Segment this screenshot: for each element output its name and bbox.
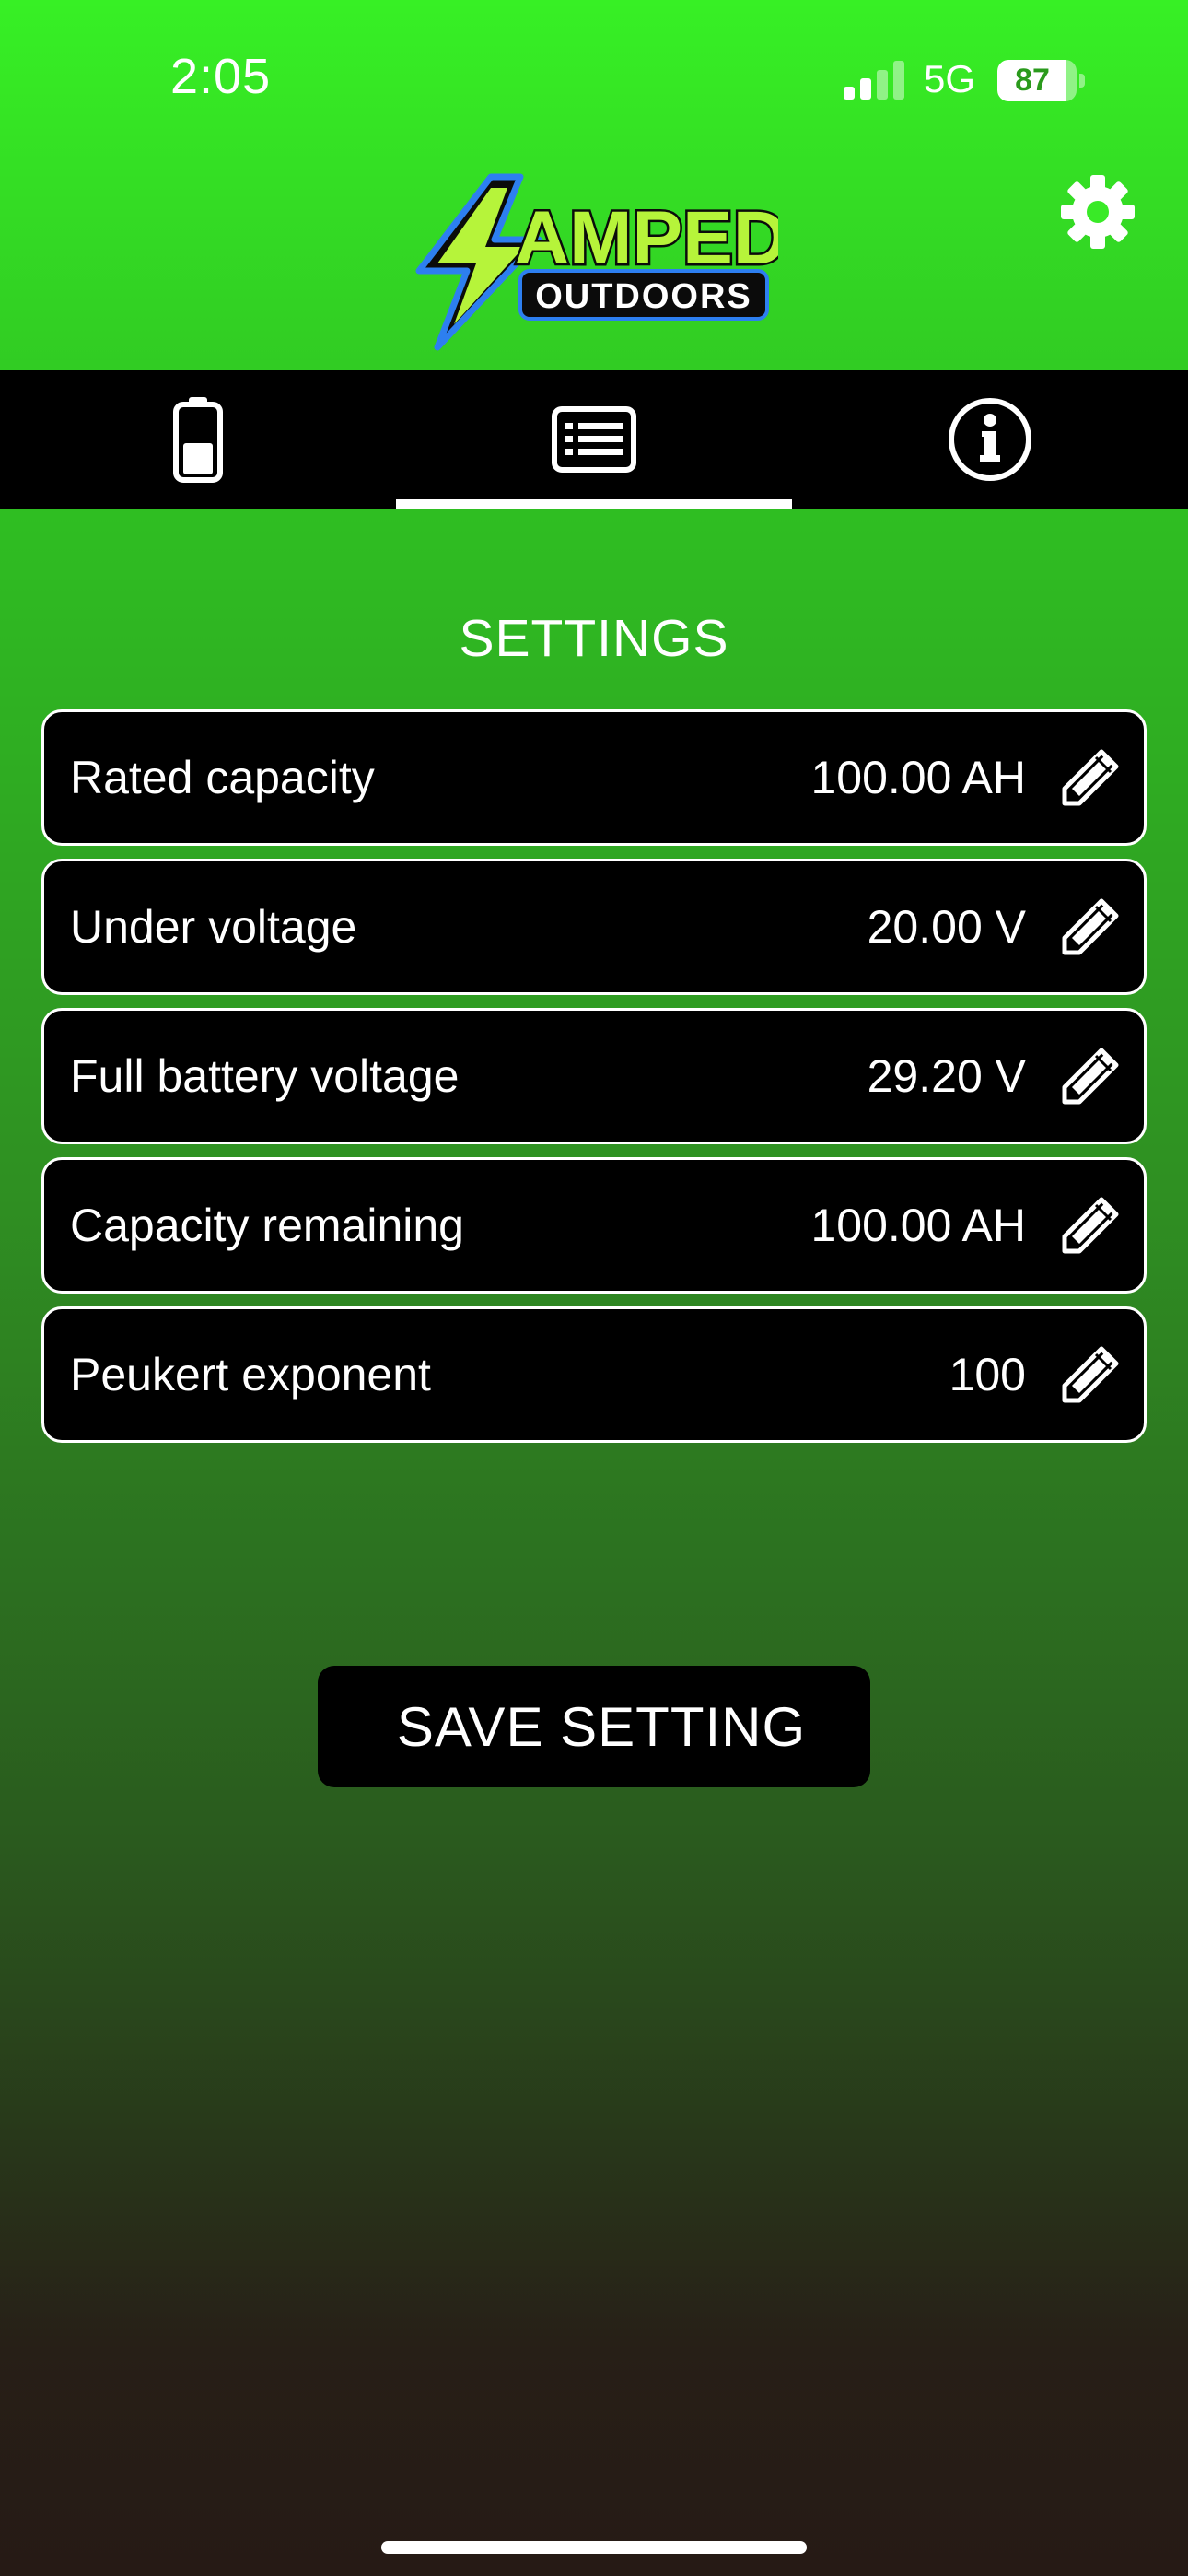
setting-value: 100.00 AH — [810, 1200, 1026, 1251]
setting-row-capacity-remaining[interactable]: Capacity remaining 100.00 AH — [41, 1157, 1147, 1294]
setting-row-full-battery-voltage[interactable]: Full battery voltage 29.20 V — [41, 1008, 1147, 1144]
setting-row-under-voltage[interactable]: Under voltage 20.00 V — [41, 859, 1147, 995]
settings-list: Rated capacity 100.00 AH Under voltage 2… — [41, 709, 1147, 1456]
setting-label: Full battery voltage — [70, 1050, 460, 1102]
battery-icon — [173, 397, 223, 483]
tab-info[interactable] — [792, 370, 1188, 509]
setting-row-peukert-exponent[interactable]: Peukert exponent 100 — [41, 1306, 1147, 1443]
gear-icon[interactable] — [1057, 171, 1138, 252]
status-time: 2:05 — [170, 49, 272, 104]
network-type: 5G — [924, 57, 976, 100]
setting-row-rated-capacity[interactable]: Rated capacity 100.00 AH — [41, 709, 1147, 846]
battery-status-icon: 87 — [997, 60, 1085, 101]
tab-settings-list[interactable] — [396, 370, 792, 509]
list-icon — [552, 406, 636, 473]
pencil-icon[interactable] — [1059, 1194, 1122, 1257]
pencil-icon[interactable] — [1059, 746, 1122, 809]
setting-value: 20.00 V — [867, 901, 1026, 953]
setting-label: Under voltage — [70, 901, 357, 953]
setting-label: Peukert exponent — [70, 1349, 431, 1400]
setting-value: 100 — [949, 1349, 1026, 1400]
setting-value: 29.20 V — [867, 1050, 1026, 1102]
tab-battery[interactable] — [0, 370, 396, 509]
home-indicator[interactable] — [381, 2541, 807, 2554]
logo-secondary-text: OUTDOORS — [535, 277, 752, 316]
pencil-icon[interactable] — [1059, 1343, 1122, 1406]
cellular-signal-icon — [844, 61, 904, 100]
amped-outdoors-logo: AMPED OUTDOORS — [415, 173, 778, 351]
save-setting-button[interactable]: SAVE SETTING — [318, 1666, 870, 1787]
pencil-icon[interactable] — [1059, 1045, 1122, 1107]
setting-label: Capacity remaining — [70, 1200, 464, 1251]
status-bar: 2:05 5G 87 — [0, 0, 1188, 157]
tab-bar — [0, 370, 1188, 509]
battery-percent: 87 — [1015, 63, 1050, 98]
setting-label: Rated capacity — [70, 752, 375, 803]
info-icon — [949, 398, 1031, 481]
pencil-icon[interactable] — [1059, 896, 1122, 958]
page-title: SETTINGS — [459, 609, 729, 668]
app-screen: 2:05 5G 87 AMPED OUTDOORS SETTINGS Rated… — [0, 0, 1188, 2576]
logo-primary-text: AMPED — [515, 196, 778, 280]
setting-value: 100.00 AH — [810, 752, 1026, 803]
